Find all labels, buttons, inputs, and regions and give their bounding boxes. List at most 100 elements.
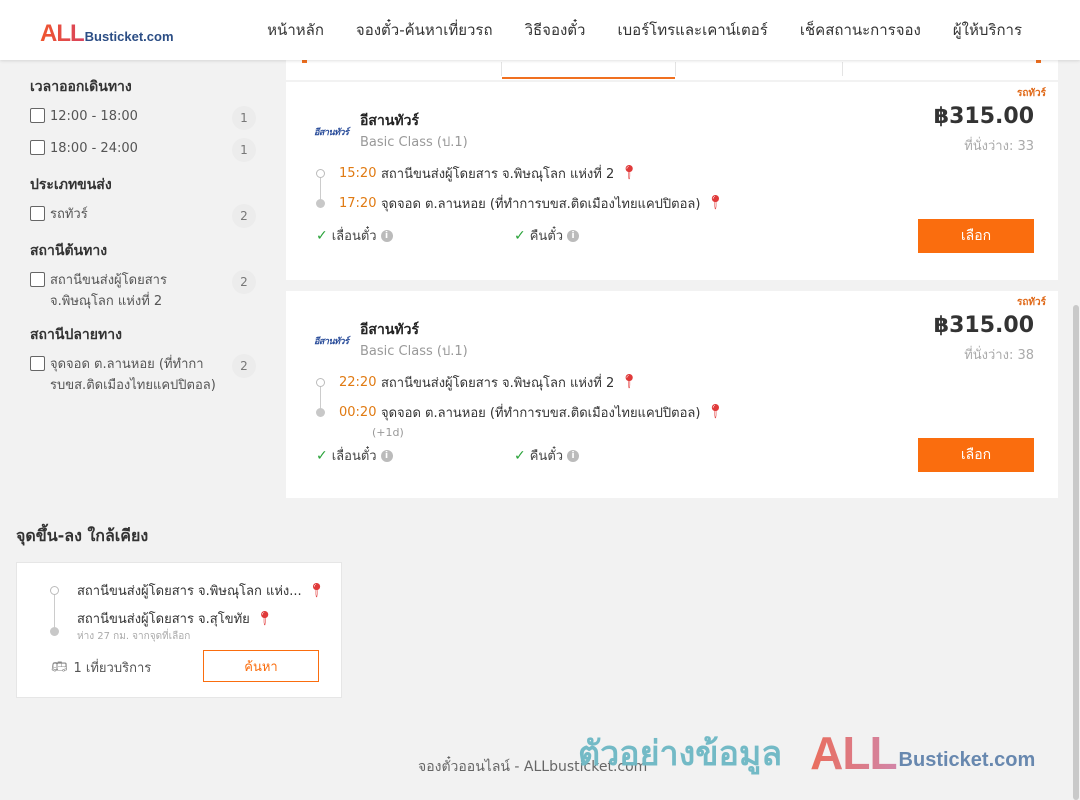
departure-time: 15:20 xyxy=(339,165,377,181)
page-scrollbar[interactable] xyxy=(1072,60,1080,800)
nearby-stop-card: สถานีขนส่งผู้โดยสาร จ.พิษณุโลก แห่ง... 📍︎… xyxy=(16,562,342,698)
feature-label: คืนตั๋ว xyxy=(529,449,564,464)
map-pin-icon[interactable]: 📍︎ xyxy=(620,166,638,180)
filter-destination-station: สถานีปลายทาง จุดจอด ต.ลานหอย (ที่ทำการบข… xyxy=(30,324,256,396)
trip-card: รถทัวร์ อีสานทัวร์ อีสานทัวร์ Basic Clas… xyxy=(286,82,1058,280)
nav-home[interactable]: หน้าหลัก xyxy=(251,18,340,42)
bus-class: Basic Class (ป.1) xyxy=(360,344,468,359)
feature-label: คืนตั๋ว xyxy=(529,229,564,244)
checkbox[interactable] xyxy=(30,206,45,221)
trip-count-label: 1 เที่ยวบริการ xyxy=(73,661,152,676)
operator-name: อีสานทัวร์ xyxy=(360,113,419,129)
arrival-place: จุดจอด ต.ลานหอย (ที่ทำการบขส.ติดเมืองไทย… xyxy=(381,196,701,212)
map-pin-icon[interactable]: 📍︎ xyxy=(620,375,638,389)
sample-watermark: ตัวอย่างข้อมูล ALL Busticket.com xyxy=(578,726,1035,780)
checkbox[interactable] xyxy=(30,272,45,287)
nav-phone-counters[interactable]: เบอร์โทรและเคาน์เตอร์ xyxy=(601,18,783,42)
feature-refund: ✓ คืนตั๋ว i xyxy=(514,225,712,246)
nav-operators[interactable]: ผู้ให้บริการ xyxy=(937,18,1022,42)
seats-available: ที่นั่งว่าง: 38 xyxy=(964,348,1034,363)
info-icon[interactable]: i xyxy=(380,449,393,462)
watermark-text: ตัวอย่างข้อมูล xyxy=(578,734,783,774)
filter-transport-type: ประเภทขนส่ง รถทัวร์ 2 xyxy=(30,174,256,228)
select-trip-button[interactable]: เลือก xyxy=(918,438,1034,472)
route-dot xyxy=(316,198,325,208)
feature-reschedule: ✓ เลื่อนตั๋ว i xyxy=(316,225,514,246)
filter-option[interactable]: 12:00 - 18:00 1 xyxy=(30,106,256,130)
nearby-from-stop: สถานีขนส่งผู้โดยสาร จ.พิษณุโลก แห่ง... 📍︎ xyxy=(77,580,325,601)
route-dot xyxy=(50,586,59,595)
operator-logo: อีสานทัวร์ xyxy=(314,128,349,138)
nearby-stops-title: จุดขึ้น-ลง ใกล้เคียง xyxy=(16,526,149,545)
departure-stop: 15:20 สถานีขนส่งผู้โดยสาร จ.พิษณุโลก แห่… xyxy=(316,162,816,184)
seats-available: ที่นั่งว่าง: 33 xyxy=(964,139,1034,154)
filter-option[interactable]: 18:00 - 24:00 1 xyxy=(30,138,256,162)
operator-logo: อีสานทัวร์ xyxy=(314,337,349,347)
site-logo[interactable]: ALL Busticket.com xyxy=(40,20,174,48)
nearby-search-button[interactable]: ค้นหา xyxy=(203,650,319,682)
nav-check-booking[interactable]: เช็คสถานะการจอง xyxy=(784,18,937,42)
filter-option-label: รถทัวร์ xyxy=(50,207,88,222)
count-badge: 1 xyxy=(232,138,256,162)
active-tab-underline xyxy=(502,77,675,79)
filter-title: สถานีต้นทาง xyxy=(30,243,108,259)
bus-class: Basic Class (ป.1) xyxy=(360,135,468,150)
feature-label: เลื่อนตั๋ว xyxy=(331,229,377,244)
filter-option[interactable]: สถานีขนส่งผู้โดยสาร จ.พิษณุโลก แห่งที่ 2… xyxy=(30,270,256,312)
checkbox[interactable] xyxy=(30,356,45,371)
route-dot xyxy=(316,377,325,387)
count-badge: 1 xyxy=(232,106,256,130)
feature-refund: ✓ คืนตั๋ว i xyxy=(514,445,712,466)
operator-name: อีสานทัวร์ xyxy=(360,322,419,338)
main-nav: หน้าหลัก จองตั๋ว-ค้นหาเที่ยวรถ วิธีจองตั… xyxy=(251,0,1022,60)
departure-place: สถานีขนส่งผู้โดยสาร จ.พิษณุโลก แห่งที่ 2 xyxy=(381,166,615,182)
check-icon: ✓ xyxy=(316,447,328,464)
nearby-to-stop: สถานีขนส่งผู้โดยสาร จ.สุโขทัย 📍︎ xyxy=(77,608,274,629)
route-timeline: 22:20 สถานีขนส่งผู้โดยสาร จ.พิษณุโลก แห่… xyxy=(316,371,816,439)
filter-title: เวลาออกเดินทาง xyxy=(30,79,132,95)
count-badge: 2 xyxy=(232,204,256,228)
select-trip-button[interactable]: เลือก xyxy=(918,219,1034,253)
departure-place: สถานีขนส่งผู้โดยสาร จ.พิษณุโลก แห่งที่ 2 xyxy=(381,375,615,391)
tab-indicator-right xyxy=(1036,60,1041,63)
tab-divider xyxy=(501,62,502,76)
feature-reschedule: ✓ เลื่อนตั๋ว i xyxy=(316,445,514,466)
logo-all: ALL xyxy=(40,20,85,47)
nav-how-to-book[interactable]: วิธีจองตั๋ว xyxy=(509,18,602,42)
route-dot xyxy=(316,407,325,417)
info-icon[interactable]: i xyxy=(567,229,580,242)
info-icon[interactable]: i xyxy=(380,229,393,242)
transport-tag: รถทัวร์ xyxy=(1016,297,1046,308)
map-pin-icon[interactable]: 📍︎ xyxy=(308,583,326,599)
count-badge: 2 xyxy=(232,270,256,294)
checkbox[interactable] xyxy=(30,108,45,123)
bus-icon: 🚌︎ xyxy=(51,660,68,675)
map-pin-icon[interactable]: 📍︎ xyxy=(706,405,724,419)
nearby-trip-count: 🚌︎ 1 เที่ยวบริการ xyxy=(51,657,151,678)
trip-card: รถทัวร์ อีสานทัวร์ อีสานทัวร์ Basic Clas… xyxy=(286,291,1058,498)
map-pin-icon[interactable]: 📍︎ xyxy=(256,611,274,627)
scrollbar-thumb[interactable] xyxy=(1073,305,1079,800)
arrival-stop: 00:20 จุดจอด ต.ลานหอย (ที่ทำการบขส.ติดเม… xyxy=(316,401,816,423)
filter-option[interactable]: จุดจอด ต.ลานหอย (ที่ทำการบขส.ติดเมืองไทย… xyxy=(30,354,256,396)
filter-departure-time: เวลาออกเดินทาง 12:00 - 18:00 1 18:00 - 2… xyxy=(30,76,256,162)
tab-divider xyxy=(842,62,843,76)
checkbox[interactable] xyxy=(30,140,45,155)
filter-option-label: จุดจอด ต.ลานหอย (ที่ทำการบขส.ติดเมืองไทย… xyxy=(50,357,216,393)
departure-time: 22:20 xyxy=(339,374,377,390)
tab-indicator-left xyxy=(302,60,307,63)
route-timeline: 15:20 สถานีขนส่งผู้โดยสาร จ.พิษณุโลก แห่… xyxy=(316,162,816,214)
filter-origin-station: สถานีต้นทาง สถานีขนส่งผู้โดยสาร จ.พิษณุโ… xyxy=(30,240,256,312)
filter-option-label: 12:00 - 18:00 xyxy=(50,109,138,124)
arrival-time: 00:20 xyxy=(339,404,377,420)
nearby-to-label: สถานีขนส่งผู้โดยสาร จ.สุโขทัย xyxy=(77,612,250,627)
map-pin-icon[interactable]: 📍︎ xyxy=(706,196,724,210)
arrival-stop: 17:20 จุดจอด ต.ลานหอย (ที่ทำการบขส.ติดเม… xyxy=(316,192,816,214)
filter-option-label: สถานีขนส่งผู้โดยสาร จ.พิษณุโลก แห่งที่ 2 xyxy=(50,273,167,309)
arrival-time: 17:20 xyxy=(339,195,377,211)
count-badge: 2 xyxy=(232,354,256,378)
info-icon[interactable]: i xyxy=(567,449,580,462)
nav-book-search[interactable]: จองตั๋ว-ค้นหาเที่ยวรถ xyxy=(340,18,509,42)
filter-option[interactable]: รถทัวร์ 2 xyxy=(30,204,256,228)
check-icon: ✓ xyxy=(316,227,328,244)
